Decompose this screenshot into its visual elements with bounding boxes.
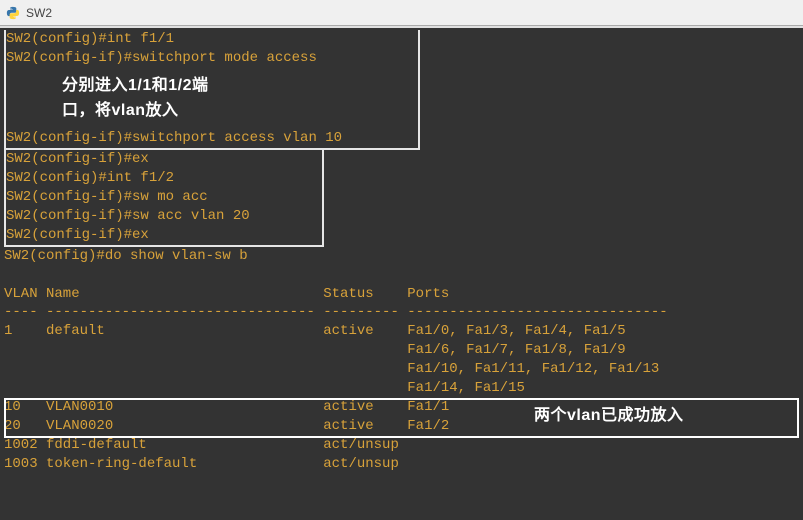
vlan-row: Fa1/10, Fa1/11, Fa1/12, Fa1/13 xyxy=(4,360,799,379)
vlan-highlight-area: 10 VLAN0010 active Fa1/1 20 VLAN0020 act… xyxy=(4,398,799,436)
annotation-line: 分别进入1/1和1/2端 xyxy=(62,74,306,99)
vlan-row: 1 default active Fa1/0, Fa1/3, Fa1/4, Fa… xyxy=(4,322,799,341)
terminal-output[interactable]: SW2(config)#int f1/1 SW2(config-if)#swit… xyxy=(0,28,803,473)
cli-line: SW2(config-if)#ex xyxy=(6,226,316,245)
annotation-text-1: 分别进入1/1和1/2端 口，将vlan放入 xyxy=(6,68,306,130)
vlan-row: Fa1/14, Fa1/15 xyxy=(4,379,799,398)
highlight-box-2: SW2(config-if)#ex SW2(config)#int f1/2 S… xyxy=(4,150,324,246)
annotation-text-2: 两个vlan已成功放入 xyxy=(534,405,684,427)
cli-line: SW2(config-if)#switchport access vlan 10 xyxy=(6,129,412,148)
cli-line: SW2(config-if)#sw acc vlan 20 xyxy=(6,207,316,226)
vlan-row: Fa1/6, Fa1/7, Fa1/8, Fa1/9 xyxy=(4,341,799,360)
window-title: SW2 xyxy=(26,6,52,20)
cli-line: SW2(config-if)#switchport mode access xyxy=(6,49,412,68)
cli-line: SW2(config)#int f1/1 xyxy=(6,30,412,49)
cli-line: SW2(config)#do show vlan-sw b xyxy=(4,247,799,266)
vlan-row: 1003 token-ring-default act/unsup xyxy=(4,455,799,474)
annotation-line: 口，将vlan放入 xyxy=(62,99,306,124)
cli-line: SW2(config-if)#ex xyxy=(6,150,316,169)
highlight-box-1: SW2(config)#int f1/1 SW2(config-if)#swit… xyxy=(4,30,420,150)
vlan-row: 1002 fddi-default act/unsup xyxy=(4,436,799,455)
vlan-table-header: VLAN Name Status Ports xyxy=(4,285,799,304)
cli-line: SW2(config)#int f1/2 xyxy=(6,169,316,188)
window-titlebar[interactable]: SW2 xyxy=(0,0,803,26)
blank-line xyxy=(4,266,799,285)
vlan-table-separator: ---- -------------------------------- --… xyxy=(4,303,799,322)
cli-line: SW2(config-if)#sw mo acc xyxy=(6,188,316,207)
python-icon xyxy=(6,6,20,20)
